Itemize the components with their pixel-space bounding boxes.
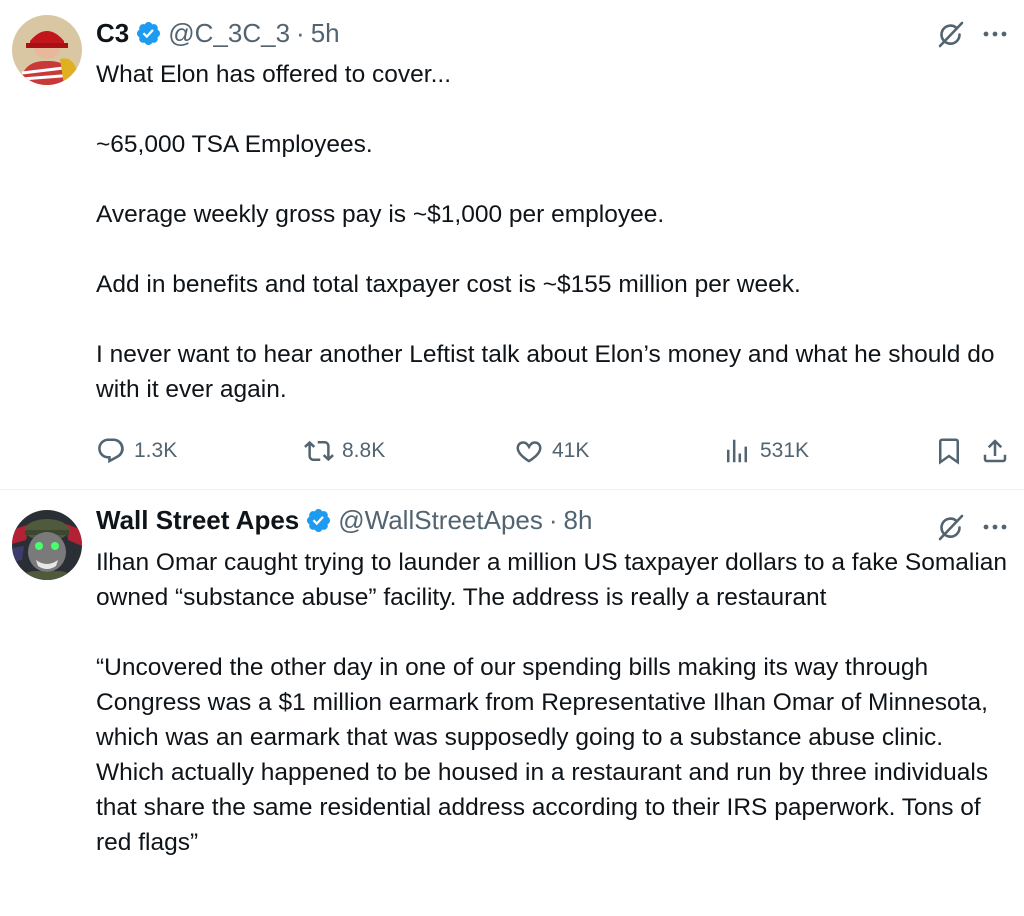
share-icon bbox=[983, 439, 1007, 463]
like-button[interactable]: 41K bbox=[514, 431, 589, 471]
timestamp[interactable]: 5h bbox=[311, 18, 340, 49]
handle[interactable]: @C_3C_3 bbox=[168, 18, 290, 49]
more-icon[interactable] bbox=[980, 512, 1010, 542]
tweet-header: C3 @C_3C_3 · 5h bbox=[96, 15, 340, 51]
verified-badge-icon bbox=[135, 20, 162, 47]
tweet-text: Ilhan Omar caught trying to launder a mi… bbox=[96, 549, 1008, 856]
views-icon bbox=[727, 439, 747, 463]
reply-button[interactable]: 1.3K bbox=[96, 431, 177, 471]
reply-count: 1.3K bbox=[134, 439, 178, 462]
repost-button[interactable]: 8.8K bbox=[304, 431, 385, 471]
timestamp[interactable]: 8h bbox=[564, 505, 593, 536]
avatar[interactable] bbox=[12, 510, 82, 580]
grok-icon[interactable] bbox=[936, 512, 966, 542]
repost-count: 8.8K bbox=[342, 439, 386, 462]
repost-icon bbox=[304, 440, 334, 462]
reply-icon bbox=[98, 438, 124, 464]
display-name[interactable]: C3 bbox=[96, 18, 129, 49]
like-count: 41K bbox=[552, 439, 590, 462]
more-icon[interactable] bbox=[980, 19, 1010, 49]
tweet-header: Wall Street Apes @WallStreetApes · 8h bbox=[96, 502, 592, 538]
action-bar: 1.3K 8.8K 41K 531K bbox=[96, 431, 1010, 471]
handle[interactable]: @WallStreetApes bbox=[338, 505, 543, 536]
verified-badge-icon bbox=[305, 507, 332, 534]
bookmark-icon bbox=[939, 438, 959, 465]
tweet[interactable]: C3 @C_3C_3 · 5h What Elon has offered to… bbox=[0, 0, 1024, 490]
tweet-text: What Elon has offered to cover... ~65,00… bbox=[96, 61, 995, 403]
bookmark-button[interactable] bbox=[934, 431, 964, 471]
display-name[interactable]: Wall Street Apes bbox=[96, 505, 299, 536]
share-button[interactable] bbox=[980, 431, 1010, 471]
separator: · bbox=[548, 504, 558, 535]
grok-icon[interactable] bbox=[936, 19, 966, 49]
view-count: 531K bbox=[760, 439, 810, 462]
tweet[interactable]: Wall Street Apes @WallStreetApes · 8h Il… bbox=[0, 490, 1024, 916]
separator: · bbox=[296, 17, 305, 48]
avatar[interactable] bbox=[12, 15, 82, 85]
views-button[interactable]: 531K bbox=[722, 431, 809, 471]
like-icon bbox=[516, 441, 542, 463]
